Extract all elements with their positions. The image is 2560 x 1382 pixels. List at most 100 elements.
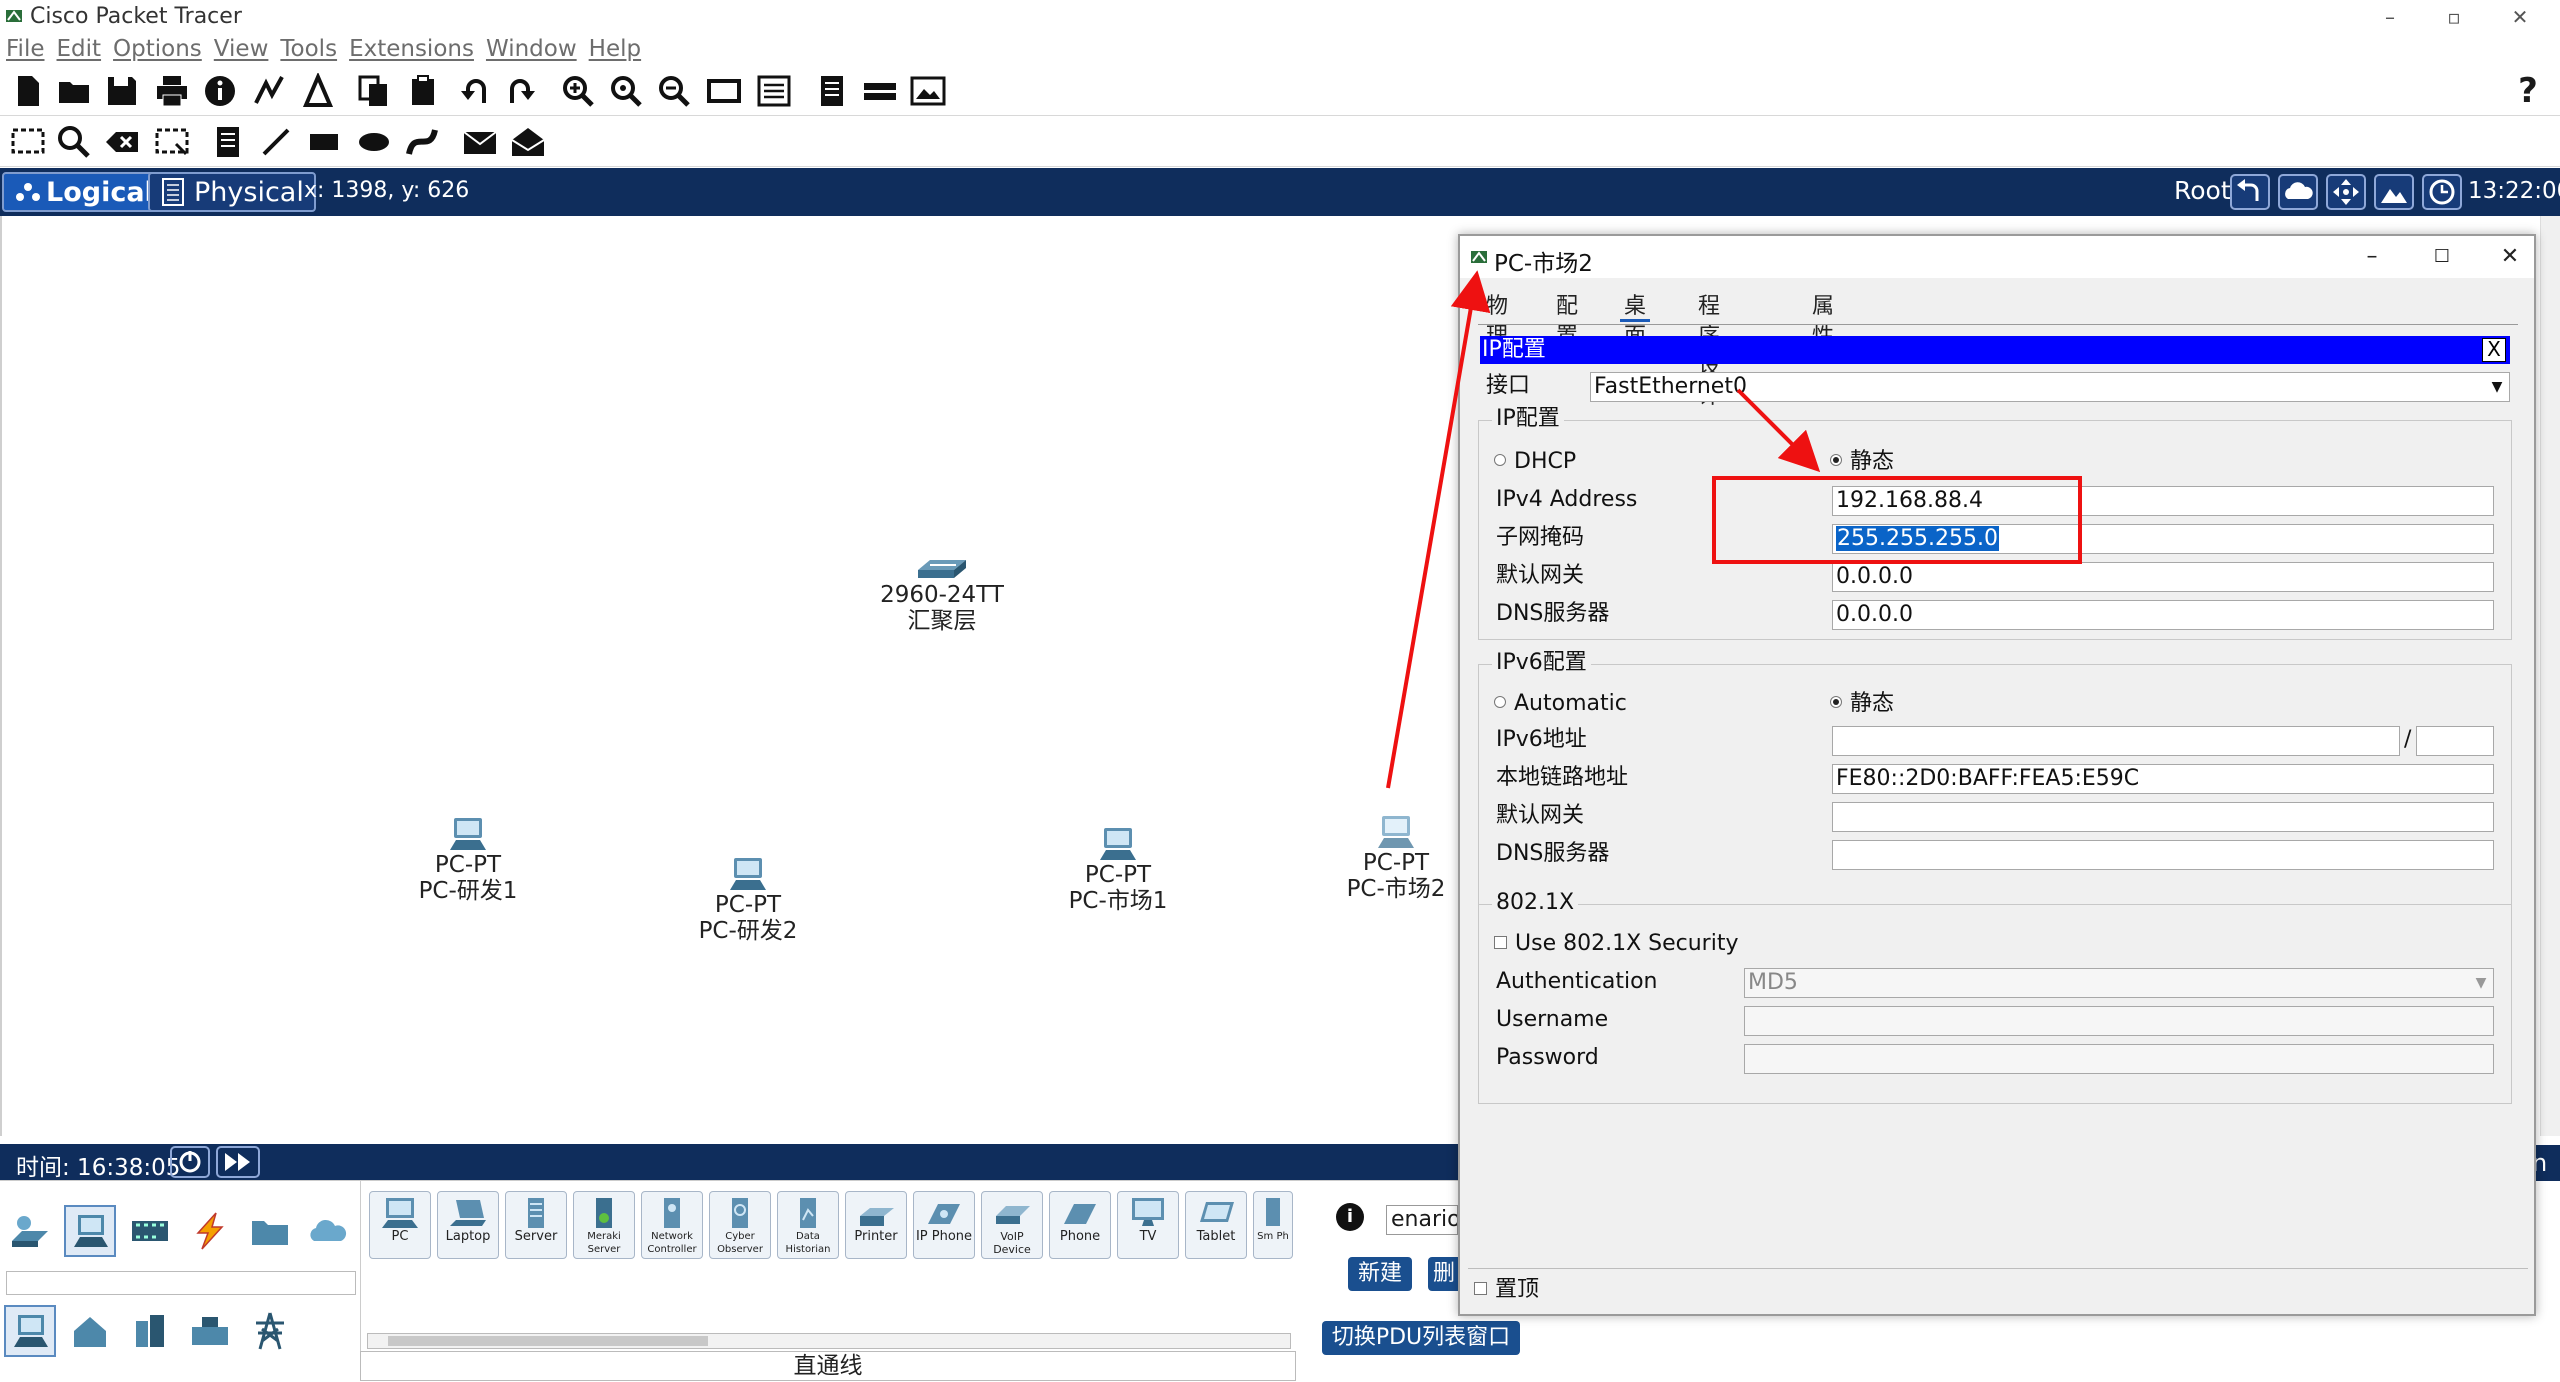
device-scrollbar-thumb[interactable]	[388, 1336, 708, 1346]
static-radio[interactable]: 静态	[1830, 448, 1894, 476]
device-pc-market2[interactable]: PC-PT PC-市场2	[1326, 814, 1466, 902]
device-tile-network-controller[interactable]: Network Controller	[641, 1191, 703, 1259]
link-local-field[interactable]: FE80::2D0:BAFF:FEA5:E59C	[1832, 764, 2494, 794]
menu-edit[interactable]: Edit	[51, 34, 108, 64]
always-on-top-checkbox[interactable]: 置顶	[1474, 1276, 1539, 1304]
add-simple-pdu-button[interactable]	[458, 120, 502, 164]
inspect-button[interactable]	[52, 120, 96, 164]
category-multiuser[interactable]	[302, 1205, 354, 1257]
device-tile-ip-phone[interactable]: IP Phone	[913, 1191, 975, 1259]
device-tile-smartphone[interactable]: Sm Ph	[1253, 1191, 1293, 1259]
tab-programming[interactable]: 程序设计	[1694, 292, 1724, 409]
device-tile-tv[interactable]: TV	[1117, 1191, 1179, 1259]
menu-tools[interactable]: Tools	[274, 34, 343, 64]
tab-logical[interactable]: Logical	[2, 172, 166, 212]
category-end-devices[interactable]	[64, 1205, 116, 1257]
interface-select[interactable]: FastEthernet0 ▼	[1590, 372, 2510, 402]
minimize-button[interactable]: –	[2360, 2, 2420, 32]
logical-canvas[interactable]: 2960-24TT 汇聚层 PC-PT PC-研发1 PC-PT PC-研发2 …	[0, 216, 1458, 1136]
subcategory-smart-city[interactable]	[124, 1305, 176, 1357]
fast-forward-button[interactable]	[216, 1146, 260, 1178]
screenshot-button[interactable]	[906, 69, 950, 113]
tab-physical-cn[interactable]: 物理	[1482, 292, 1512, 349]
device-template-button[interactable]	[858, 69, 902, 113]
ipv6-gateway-field[interactable]	[1832, 802, 2494, 832]
help-button[interactable]: ?	[2506, 69, 2550, 113]
move-object-button[interactable]	[2326, 174, 2366, 210]
device-tile-server[interactable]: Server	[505, 1191, 567, 1259]
draw-ellipse-button[interactable]	[352, 120, 396, 164]
use-8021x-checkbox[interactable]: Use 802.1X Security	[1494, 930, 1738, 958]
undo-button[interactable]	[452, 69, 496, 113]
new-file-button[interactable]	[6, 69, 50, 113]
device-tile-tablet[interactable]: Tablet	[1185, 1191, 1247, 1259]
category-connections[interactable]	[184, 1205, 236, 1257]
print-button[interactable]	[150, 69, 194, 113]
subcategory-power-grid[interactable]	[244, 1305, 296, 1357]
draw-rectangle-button[interactable]	[302, 120, 346, 164]
draw-line-button[interactable]	[254, 120, 298, 164]
new-scenario-button[interactable]: 新建	[1348, 1257, 1412, 1291]
menu-view[interactable]: View	[208, 34, 275, 64]
dhcp-radio[interactable]: DHCP	[1494, 448, 1576, 476]
category-components[interactable]	[124, 1205, 176, 1257]
dialog-minimize-button[interactable]: –	[2352, 242, 2392, 272]
tab-config[interactable]: 配置	[1552, 292, 1582, 349]
category-network-devices[interactable]	[4, 1205, 56, 1257]
device-pc-rd1[interactable]: PC-PT PC-研发1	[398, 816, 538, 904]
subcategory-pc[interactable]	[4, 1305, 56, 1357]
device-tile-meraki-server[interactable]: Meraki Server	[573, 1191, 635, 1259]
device-tile-laptop[interactable]: Laptop	[437, 1191, 499, 1259]
add-complex-pdu-button[interactable]	[506, 120, 550, 164]
ipv6-dns-field[interactable]	[1832, 840, 2494, 870]
background-button[interactable]	[2374, 174, 2414, 210]
back-button[interactable]	[2230, 174, 2270, 210]
device-tile-data-historian[interactable]: Data Historian	[777, 1191, 839, 1259]
dialog-maximize-button[interactable]: ☐	[2422, 242, 2462, 272]
tab-desktop[interactable]: 桌面	[1620, 292, 1651, 349]
info-button[interactable]	[198, 69, 242, 113]
ipv6-static-radio[interactable]: 静态	[1830, 690, 1894, 718]
subcategory-industrial[interactable]	[184, 1305, 236, 1357]
custom-devices-button[interactable]	[752, 69, 796, 113]
device-tile-cyber-observer[interactable]: Cyber Observer	[709, 1191, 771, 1259]
open-button[interactable]	[52, 69, 96, 113]
device-pc-rd2[interactable]: PC-PT PC-研发2	[678, 856, 818, 944]
paste-button[interactable]	[402, 69, 446, 113]
info-scenario-icon[interactable]: i	[1336, 1203, 1364, 1231]
doc-button[interactable]	[810, 69, 854, 113]
tab-attributes[interactable]: 属性	[1808, 292, 1838, 349]
zoom-out-button[interactable]	[652, 69, 696, 113]
category-misc[interactable]	[244, 1205, 296, 1257]
ip-config-close-button[interactable]: X	[2482, 338, 2506, 362]
menu-extensions[interactable]: Extensions	[343, 34, 480, 64]
copy-button[interactable]	[352, 69, 396, 113]
device-pc-market1[interactable]: PC-PT PC-市场1	[1048, 826, 1188, 914]
username-field[interactable]	[1744, 1006, 2494, 1036]
menu-help[interactable]: Help	[583, 34, 647, 64]
delete-button[interactable]	[100, 120, 144, 164]
viewport-button[interactable]	[2422, 174, 2462, 210]
device-switch-aggregation[interactable]: 2960-24TT 汇聚层	[872, 556, 1012, 634]
simulation-tab-partial[interactable]: n	[2532, 1145, 2560, 1181]
device-scrollbar[interactable]	[367, 1333, 1291, 1349]
ipv6-address-field[interactable]	[1832, 726, 2400, 756]
scenario-select[interactable]: enario	[1386, 1205, 1458, 1235]
cluster-button[interactable]	[2278, 174, 2318, 210]
maximize-button[interactable]: ▫	[2424, 2, 2484, 32]
password-field[interactable]	[1744, 1044, 2494, 1074]
menu-window[interactable]: Window	[480, 34, 583, 64]
device-tile-printer[interactable]: Printer	[845, 1191, 907, 1259]
ipv6-prefix-field[interactable]	[2416, 726, 2494, 756]
menu-file[interactable]: File	[0, 34, 51, 64]
subnet-mask-field[interactable]: 255.255.255.0	[1832, 524, 2494, 554]
zoom-reset-button[interactable]	[604, 69, 648, 113]
activity-wizard-button[interactable]	[296, 69, 340, 113]
category-search-box[interactable]	[6, 1271, 356, 1295]
dns-server-field[interactable]: 0.0.0.0	[1832, 600, 2494, 630]
tab-physical[interactable]: Physical	[148, 172, 316, 212]
drawing-palette-button[interactable]	[702, 69, 746, 113]
ipv4-address-field[interactable]: 192.168.88.4	[1832, 486, 2494, 516]
dialog-close-button[interactable]: ✕	[2490, 242, 2530, 272]
place-note-button[interactable]	[206, 120, 250, 164]
